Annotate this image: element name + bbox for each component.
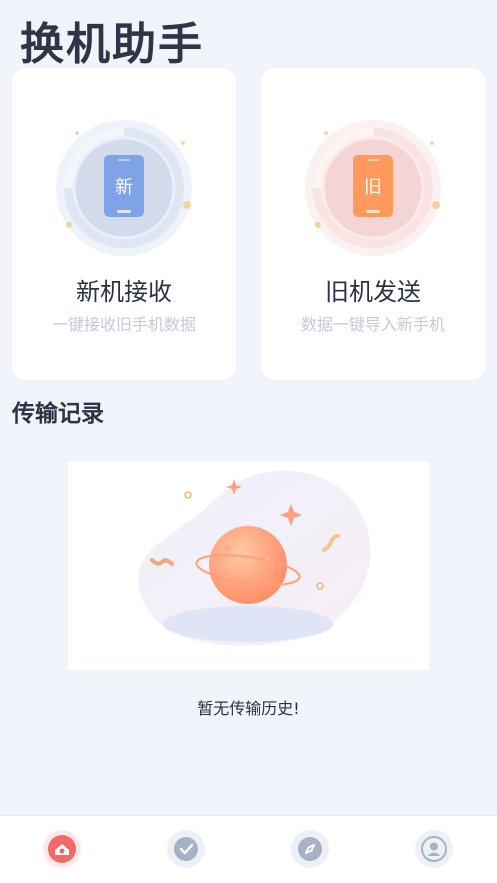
empty-planet-illustration — [68, 462, 429, 670]
bottom-tab-bar — [0, 815, 497, 883]
page-title: 换机助手 — [20, 19, 204, 70]
compass-icon — [298, 837, 322, 861]
user-icon — [421, 836, 447, 862]
receive-title: 新机接收 — [76, 278, 172, 306]
send-title: 旧机发送 — [325, 278, 421, 306]
tab-profile[interactable] — [415, 830, 453, 868]
tab-discover[interactable] — [291, 830, 329, 868]
old-phone-icon: 旧 — [305, 120, 441, 256]
new-phone-label: 新 — [115, 177, 133, 198]
history-title: 传输记录 — [12, 401, 104, 427]
send-card[interactable]: 旧 旧机发送 数据一键导入新手机 — [261, 68, 485, 380]
home-icon — [48, 835, 76, 863]
send-subtitle: 数据一键导入新手机 — [300, 315, 445, 334]
receive-card[interactable]: 新 新机接收 一键接收旧手机数据 — [12, 68, 236, 380]
new-phone-icon: 新 — [56, 120, 192, 256]
old-phone-label: 旧 — [364, 177, 382, 198]
receive-subtitle: 一键接收旧手机数据 — [51, 315, 196, 334]
tab-tasks[interactable] — [167, 830, 205, 868]
check-icon — [174, 837, 198, 861]
tab-home[interactable] — [43, 830, 81, 868]
empty-history-text: 暂无传输历史! — [197, 699, 300, 718]
